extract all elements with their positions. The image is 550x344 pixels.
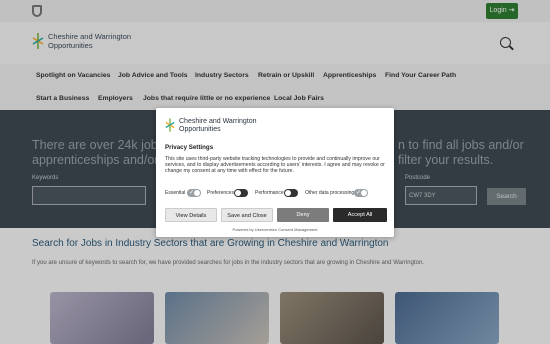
toggle-essential[interactable]: ✓ [187,189,201,197]
deny-button[interactable]: Deny [277,208,329,222]
privacy-settings-dialog: Cheshire and Warrington Opportunities Pr… [156,108,394,237]
toggle-performance[interactable] [284,189,298,197]
dialog-description: This site uses third-party website track… [165,156,385,175]
toggle-other-data-processing[interactable]: ✓ [354,189,368,197]
toggle-preferences[interactable] [234,189,248,197]
toggle-label-performance: Performance [255,190,284,196]
dialog-title: Privacy Settings [165,144,214,151]
dialog-logo-text: Cheshire and Warrington Opportunities [179,118,257,133]
consent-toggles: Essential ✓ Preferences Performance Othe… [165,188,387,198]
powered-by-text[interactable]: Powered by Usercentrics Consent Manageme… [156,227,394,232]
accept-all-button[interactable]: Accept All [333,208,387,222]
logo-mark-icon [165,118,175,132]
toggle-label-essential: Essential [165,190,186,196]
view-details-button[interactable]: View Details [165,208,217,222]
save-and-close-button[interactable]: Save and Close [221,208,273,222]
toggle-label-other-data-processing: Other data processing [305,190,355,196]
toggle-label-preferences: Preferences [207,190,234,196]
dialog-buttons: View Details Save and Close Deny Accept … [165,208,387,222]
